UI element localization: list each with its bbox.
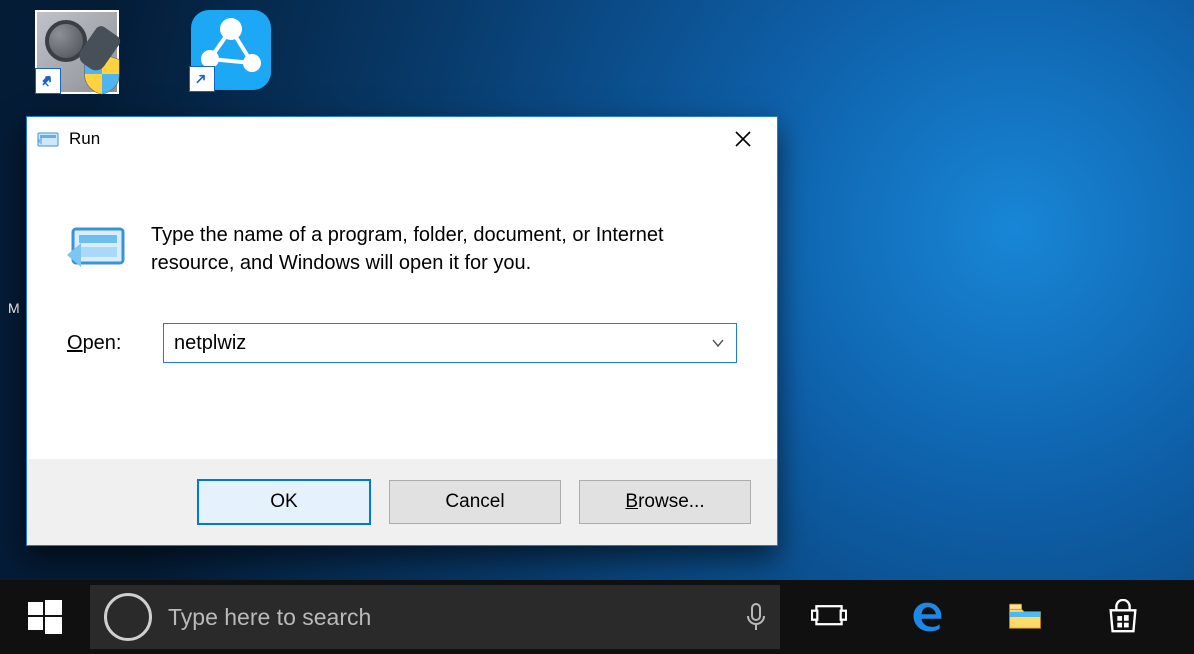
dialog-title: Run bbox=[69, 129, 100, 149]
browse-button[interactable]: Browse... bbox=[579, 480, 751, 524]
run-dialog-icon bbox=[67, 221, 127, 274]
combobox-caret[interactable] bbox=[700, 324, 736, 362]
file-explorer-button[interactable] bbox=[976, 580, 1074, 654]
desktop-icon-shareit[interactable] bbox=[186, 10, 276, 94]
title-bar[interactable]: Run bbox=[27, 117, 777, 161]
close-icon bbox=[734, 130, 752, 148]
chevron-down-icon bbox=[711, 336, 725, 350]
ok-button[interactable]: OK bbox=[197, 479, 371, 525]
dialog-description: Type the name of a program, folder, docu… bbox=[151, 221, 737, 277]
task-view-button[interactable] bbox=[780, 580, 878, 654]
shareit-icon bbox=[191, 10, 271, 90]
dialog-button-row: OK Cancel Browse... bbox=[27, 459, 777, 545]
search-placeholder: Type here to search bbox=[168, 604, 732, 631]
task-view-icon bbox=[811, 599, 847, 635]
uac-shield-icon bbox=[83, 52, 121, 96]
edge-button[interactable] bbox=[878, 580, 976, 654]
open-combobox[interactable] bbox=[163, 323, 737, 363]
cancel-button[interactable]: Cancel bbox=[389, 480, 561, 524]
windows-logo-icon bbox=[28, 600, 62, 634]
microphone-icon bbox=[745, 603, 767, 631]
taskbar: Type here to search bbox=[0, 580, 1194, 654]
file-explorer-icon bbox=[1007, 599, 1043, 635]
store-icon bbox=[1105, 599, 1141, 635]
open-input[interactable] bbox=[164, 324, 700, 362]
edge-icon bbox=[909, 599, 945, 635]
shortcut-arrow-icon bbox=[35, 68, 61, 94]
run-dialog: Run Type the name of a program, folder, … bbox=[26, 116, 778, 546]
close-button[interactable] bbox=[709, 117, 777, 161]
microphone-button[interactable] bbox=[732, 603, 780, 631]
desktop-icon-lmtools[interactable] bbox=[32, 10, 122, 98]
lmtools-icon bbox=[35, 10, 119, 94]
taskbar-search[interactable]: Type here to search bbox=[90, 585, 780, 649]
run-window-icon bbox=[37, 129, 59, 149]
shortcut-arrow-icon bbox=[189, 66, 215, 92]
store-button[interactable] bbox=[1074, 580, 1172, 654]
desktop-label-partial: M bbox=[8, 300, 20, 316]
open-label: Open: bbox=[67, 332, 163, 355]
cortana-icon bbox=[104, 593, 152, 641]
start-button[interactable] bbox=[0, 580, 90, 654]
